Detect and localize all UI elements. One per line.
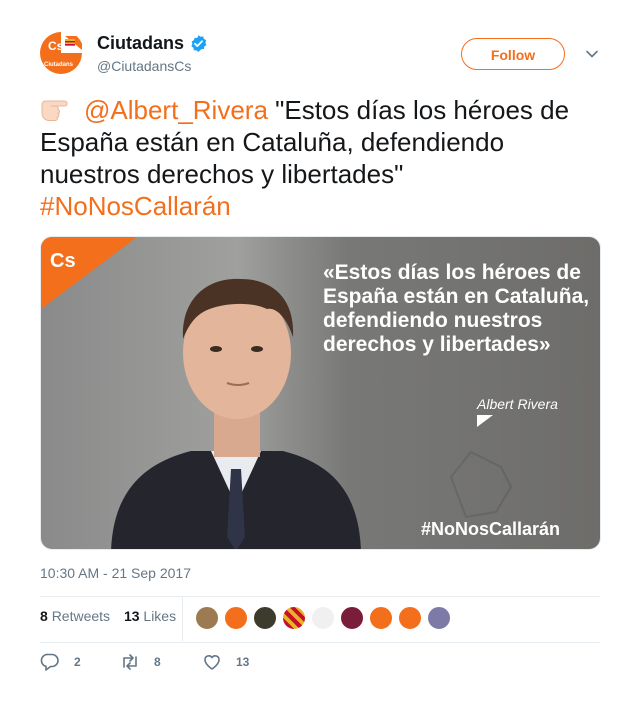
retweet-count: 8 — [154, 655, 161, 669]
engagement-stats: 8 Retweets 13 Likes — [40, 608, 176, 624]
retweet-button[interactable]: 8 — [120, 652, 161, 672]
divider — [40, 642, 600, 643]
follow-button[interactable]: Follow — [461, 38, 565, 70]
like-button[interactable]: 13 — [202, 652, 249, 672]
display-name[interactable]: Ciutadans — [97, 32, 184, 54]
svg-text:Cs: Cs — [48, 39, 64, 53]
likes-stat[interactable]: 13 Likes — [124, 608, 176, 624]
hashtag-link[interactable]: #NoNosCallarán — [40, 191, 231, 221]
tweet-card: Cs Ciutadans Ciutadans @CiutadansCs Foll… — [0, 0, 640, 704]
retweets-stat[interactable]: 8 Retweets — [40, 608, 110, 624]
avatar[interactable]: Cs Ciutadans — [38, 30, 84, 76]
action-bar: 2 8 13 — [40, 652, 340, 676]
stats-separator — [182, 597, 183, 641]
timestamp[interactable]: 10:30 AM - 21 Sep 2017 — [40, 565, 191, 581]
reply-button[interactable]: 2 — [40, 652, 81, 672]
liker-avatar[interactable] — [282, 606, 306, 630]
verified-badge-icon — [191, 34, 207, 52]
quote-pointer-icon — [477, 415, 493, 427]
liker-avatar[interactable] — [311, 606, 335, 630]
liker-avatar[interactable] — [253, 606, 277, 630]
media-author: Albert Rivera — [477, 396, 558, 412]
tweet-image[interactable]: Cs «Estos días los héroes de España está… — [40, 236, 601, 550]
heart-icon — [204, 655, 220, 670]
chevron-down-icon[interactable] — [585, 47, 599, 61]
tweet-text: @Albert_Rivera "Estos días los héroes de… — [40, 94, 600, 222]
media-hashtag: #NoNosCallarán — [421, 519, 561, 539]
liker-avatar[interactable] — [398, 606, 422, 630]
media-quote: «Estos días los héroes de España están e… — [323, 261, 590, 356]
handle[interactable]: @CiutadansCs — [97, 57, 208, 75]
liker-avatar[interactable] — [369, 606, 393, 630]
mention-link[interactable]: @Albert_Rivera — [84, 95, 268, 125]
liker-avatar[interactable] — [340, 606, 364, 630]
retweet-icon — [123, 654, 137, 670]
reply-icon — [40, 653, 59, 671]
liker-avatar[interactable] — [224, 606, 248, 630]
divider — [40, 596, 600, 597]
liker-avatar[interactable] — [195, 606, 219, 630]
like-count: 13 — [236, 655, 250, 669]
liker-avatar[interactable] — [427, 606, 451, 630]
account-header: Ciutadans @CiutadansCs — [97, 32, 208, 75]
media-logo: Cs — [50, 250, 76, 272]
svg-text:Ciutadans: Ciutadans — [44, 62, 74, 68]
pointing-hand-icon — [41, 100, 68, 121]
reply-count: 2 — [74, 655, 81, 669]
